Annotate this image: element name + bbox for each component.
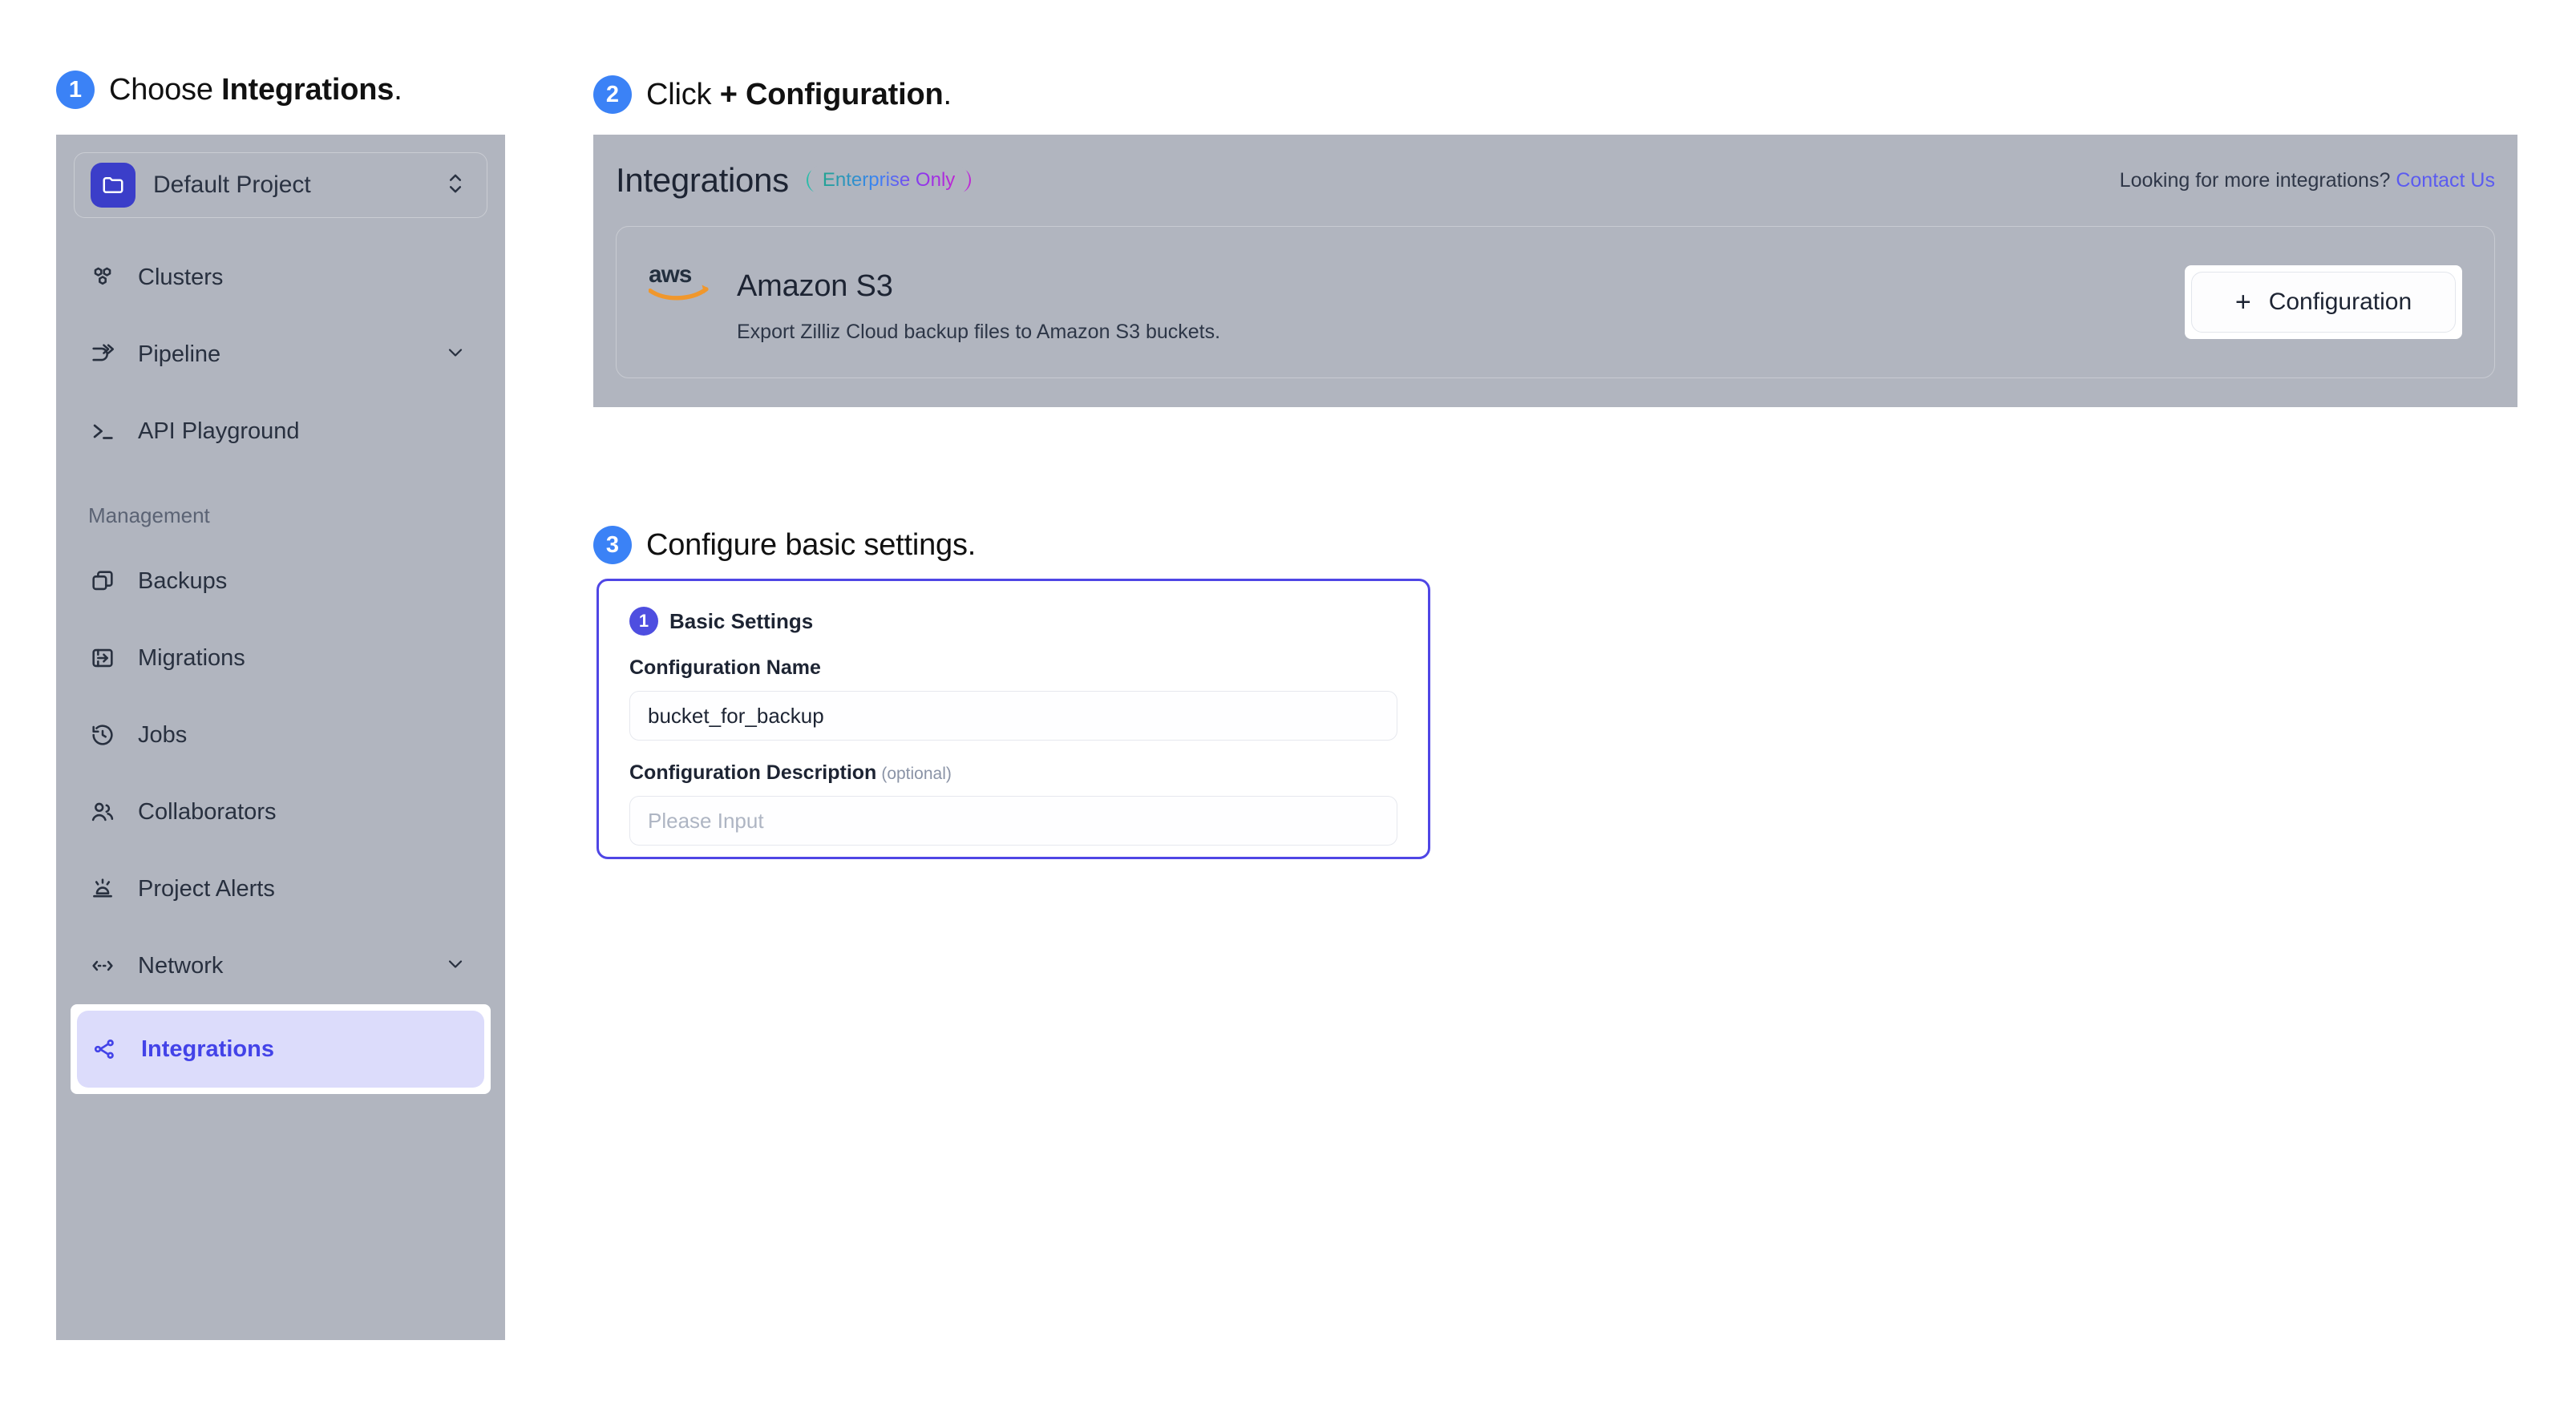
sidebar: Default Project Clusters Pipeline API Pl… [56, 135, 505, 1340]
sidebar-item-label: Backups [138, 567, 228, 594]
network-icon [88, 951, 117, 980]
chevron-updown-icon[interactable] [445, 171, 466, 200]
configuration-description-field-group: Configuration Description (optional) Plea… [629, 761, 1397, 846]
step-3-prefix: Configure basic settings. [646, 527, 977, 562]
sidebar-item-label: Jobs [138, 721, 188, 748]
sidebar-item-clusters[interactable]: Clusters [74, 239, 487, 316]
clusters-icon [88, 263, 117, 292]
sidebar-item-label: Migrations [138, 644, 245, 671]
configuration-button-highlight: + Configuration [2185, 265, 2462, 339]
chevron-down-icon[interactable] [444, 341, 467, 368]
configuration-name-field-group: Configuration Name bucket_for_backup [629, 656, 1397, 741]
sidebar-item-collaborators[interactable]: Collaborators [74, 773, 487, 850]
sidebar-item-network[interactable]: Network [74, 927, 487, 1004]
alerts-icon [88, 874, 117, 903]
integrations-icon [91, 1035, 120, 1064]
configuration-description-input[interactable]: Please Input [629, 796, 1397, 846]
pipeline-icon [88, 340, 117, 369]
integrations-panel: Integrations Enterprise Only Looking for… [593, 135, 2517, 407]
sidebar-item-pipeline[interactable]: Pipeline [74, 316, 487, 393]
sidebar-item-project-alerts[interactable]: Project Alerts [74, 850, 487, 927]
step-1-prefix: Choose [109, 72, 222, 107]
sidebar-item-label: Pipeline [138, 341, 221, 367]
add-configuration-button[interactable]: + Configuration [2191, 272, 2456, 333]
sidebar-item-backups[interactable]: Backups [74, 543, 487, 620]
step-3-badge: 3 [593, 526, 632, 564]
add-configuration-button-label: Configuration [2268, 289, 2412, 315]
project-selector[interactable]: Default Project [74, 152, 487, 218]
page-title: Integrations [616, 161, 789, 199]
integration-info: aws Amazon S3 Export Zilliz Cloud backup… [648, 260, 1221, 344]
step-2-bold: + Configuration [719, 77, 944, 111]
folder-icon [91, 163, 135, 208]
sidebar-item-integrations[interactable]: Integrations [77, 1011, 484, 1088]
step-3-heading: 3 Configure basic settings. [593, 526, 976, 564]
basic-settings-step-badge: 1 [629, 607, 658, 636]
integration-card-amazon-s3[interactable]: aws Amazon S3 Export Zilliz Cloud backup… [616, 226, 2495, 378]
collaborators-icon [88, 797, 117, 826]
integration-title-row: aws Amazon S3 [648, 260, 1220, 306]
backups-icon [88, 567, 117, 595]
step-1-badge: 1 [56, 71, 95, 109]
sidebar-item-label: Collaborators [138, 798, 277, 825]
sidebar-item-label: Integrations [141, 1036, 274, 1062]
project-name: Default Project [153, 172, 311, 198]
sidebar-item-migrations[interactable]: Migrations [74, 620, 487, 696]
jobs-icon [88, 721, 117, 749]
step-3-text: Configure basic settings. [646, 528, 976, 563]
sidebar-item-label: Project Alerts [138, 875, 275, 902]
basic-settings-header: 1 Basic Settings [629, 607, 1397, 636]
step-2-suffix: . [943, 77, 952, 111]
basic-settings-card: 1 Basic Settings Configuration Name buck… [596, 579, 1430, 859]
configuration-name-label: Configuration Name [629, 656, 821, 679]
integration-description: Export Zilliz Cloud backup files to Amaz… [737, 321, 1221, 343]
step-1-heading: 1 Choose Integrations. [56, 71, 402, 109]
step-1-text: Choose Integrations. [109, 73, 402, 107]
plus-icon: + [2234, 287, 2251, 317]
sidebar-item-label: Network [138, 952, 224, 979]
configuration-description-label-text: Configuration Description [629, 761, 877, 784]
panel-header: Integrations Enterprise Only Looking for… [616, 155, 2495, 205]
sidebar-item-integrations-highlight: Integrations [71, 1004, 491, 1094]
contact-us-link[interactable]: Contact Us [2396, 169, 2495, 192]
step-2-text: Click + Configuration. [646, 78, 952, 112]
basic-settings-title: Basic Settings [669, 608, 814, 633]
nav-primary: Clusters Pipeline API Playground [74, 239, 487, 470]
sidebar-item-label: Clusters [138, 264, 224, 290]
sidebar-item-jobs[interactable]: Jobs [74, 696, 487, 773]
integration-title: Amazon S3 [737, 269, 893, 303]
svg-text:aws: aws [649, 261, 692, 288]
step-2-heading: 2 Click + Configuration. [593, 75, 952, 114]
more-integrations-text: Looking for more integrations? [2119, 168, 2396, 192]
configuration-description-placeholder: Please Input [648, 808, 764, 833]
configuration-name-value: bucket_for_backup [648, 703, 824, 728]
sidebar-item-label: API Playground [138, 418, 300, 444]
configuration-description-optional-tag: (optional) [881, 765, 952, 783]
chevron-down-icon[interactable] [444, 953, 467, 979]
configuration-name-input[interactable]: bucket_for_backup [629, 691, 1397, 741]
sidebar-section-management: Management [88, 503, 210, 527]
migrations-icon [88, 644, 117, 672]
more-integrations-note: Looking for more integrations? Contact U… [2120, 169, 2495, 192]
terminal-icon [88, 417, 117, 446]
aws-logo: aws [648, 260, 721, 306]
configuration-description-label: Configuration Description (optional) [629, 761, 1397, 785]
step-1-suffix: . [394, 72, 402, 107]
enterprise-only-badge-label: Enterprise Only [822, 169, 956, 191]
step-1-bold: Integrations [221, 72, 394, 107]
step-2-badge: 2 [593, 75, 632, 114]
sidebar-item-api-playground[interactable]: API Playground [74, 393, 487, 470]
step-2-prefix: Click [646, 77, 720, 111]
nav-management: Backups Migrations Jobs Collaborators Pr… [71, 543, 491, 1094]
enterprise-only-badge: Enterprise Only [806, 164, 972, 196]
